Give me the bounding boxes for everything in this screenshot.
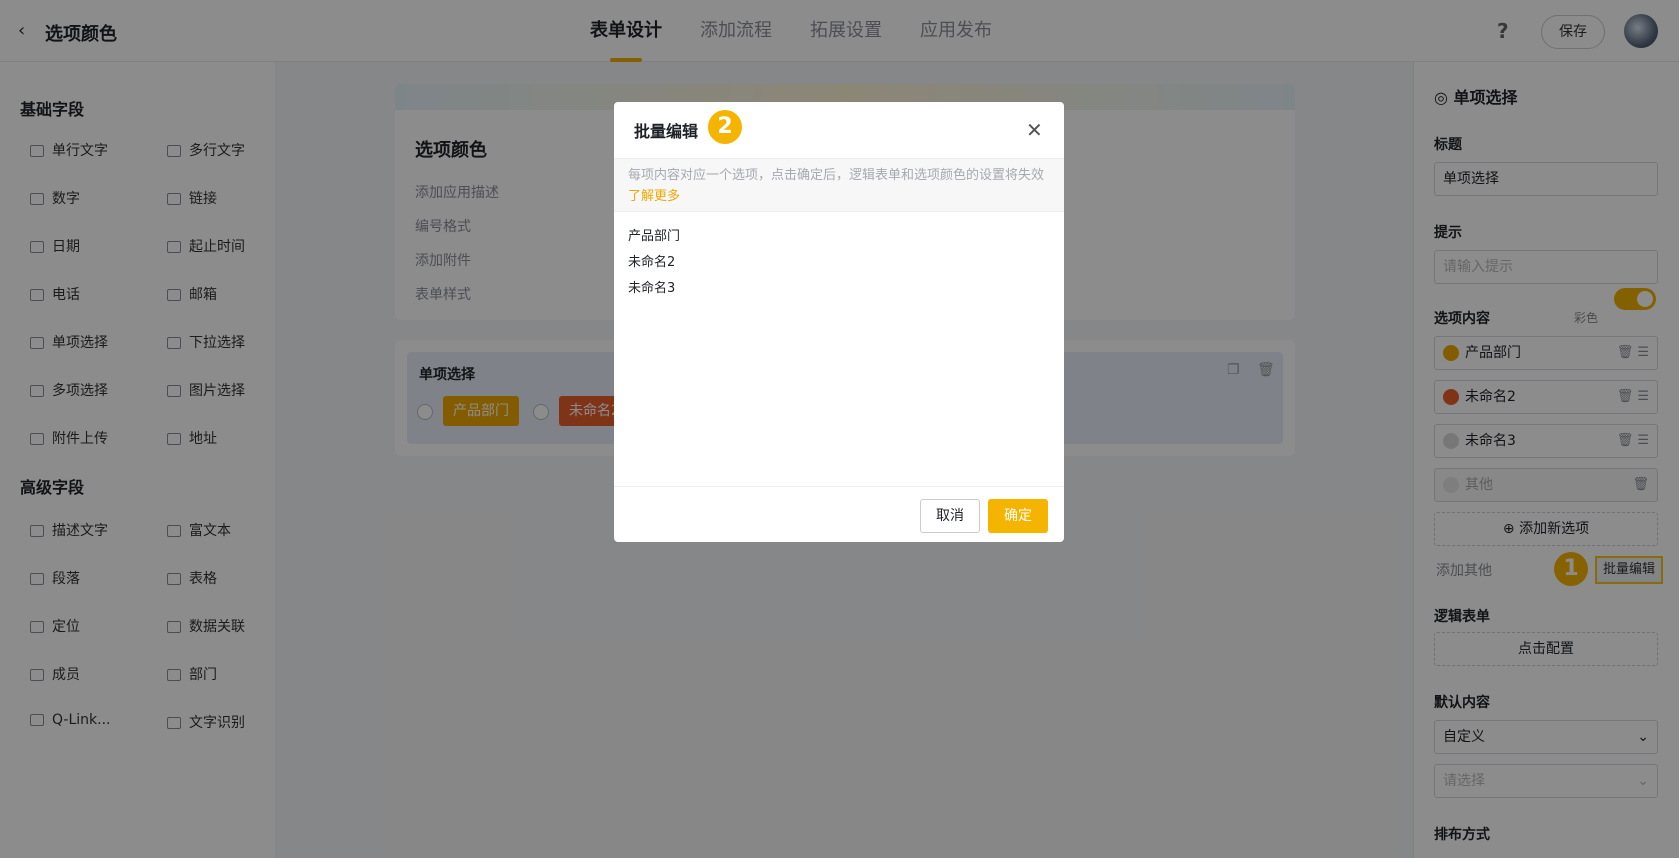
dialog-notice: 每项内容对应一个选项，点击确定后，逻辑表单和选项颜色的设置将失效 了解更多 [614, 158, 1064, 212]
close-icon[interactable]: ✕ [1026, 118, 1043, 142]
learn-more-link[interactable]: 了解更多 [628, 189, 680, 204]
cancel-button[interactable]: 取消 [920, 499, 980, 533]
step-badge-2: 2 [708, 110, 742, 144]
confirm-button[interactable]: 确定 [988, 499, 1048, 533]
batch-edit-dialog: 批量编辑 2 ✕ 每项内容对应一个选项，点击确定后，逻辑表单和选项颜色的设置将失… [614, 102, 1064, 542]
batch-textarea[interactable]: 产品部门 未命名2 未命名3 [628, 224, 680, 302]
dialog-title: 批量编辑 [634, 122, 699, 141]
dialog-footer: 取消 确定 [614, 486, 1064, 542]
